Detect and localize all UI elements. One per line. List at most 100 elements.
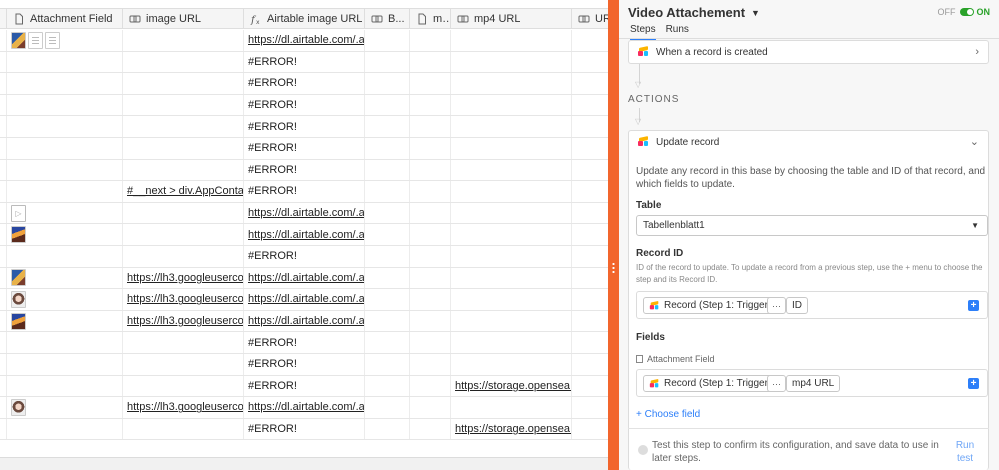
cell-image_url[interactable]	[123, 332, 244, 353]
cell-attachment[interactable]	[7, 418, 123, 440]
cell-image_url[interactable]: https://lh3.googleusercon...	[123, 397, 244, 418]
cell-url[interactable]	[572, 289, 608, 310]
cell-attachment[interactable]	[7, 354, 123, 375]
record-id-more-icon[interactable]: ···	[767, 297, 786, 314]
cell-m[interactable]	[410, 375, 451, 397]
cell-mp4[interactable]	[451, 30, 572, 51]
cell-attachment[interactable]	[7, 138, 123, 159]
cell-airtable_url[interactable]: https://dl.airtable.com/.at...	[244, 397, 365, 418]
cell-image_url[interactable]	[123, 94, 244, 116]
cell-image_url[interactable]	[123, 159, 244, 181]
cell-b[interactable]	[365, 332, 410, 353]
cell-url[interactable]	[572, 311, 608, 332]
cell-m[interactable]	[410, 30, 451, 51]
cell-b[interactable]	[365, 418, 410, 440]
cell-mp4[interactable]	[451, 332, 572, 353]
cell-url[interactable]	[572, 397, 608, 418]
cell-mp4[interactable]	[451, 202, 572, 224]
cell-airtable_url[interactable]: https://dl.airtable.com/.at...	[244, 30, 365, 51]
cell-airtable_url[interactable]: #ERROR!	[244, 138, 365, 159]
cell-mp4[interactable]	[451, 116, 572, 137]
cell-image_url[interactable]: https://lh3.googleusercon...	[123, 310, 244, 332]
cell-m[interactable]	[410, 310, 451, 332]
cell-mp4[interactable]: https://storage.opensea.i...	[451, 375, 572, 397]
column-header-image_url[interactable]: image URL	[123, 9, 244, 29]
cell-b[interactable]	[365, 181, 410, 202]
cell-mp4[interactable]	[451, 289, 572, 310]
cell-attachment[interactable]	[7, 375, 123, 397]
cell-airtable_url[interactable]: https://dl.airtable.com/.at...	[244, 289, 365, 310]
cell-mp4[interactable]	[451, 310, 572, 332]
cell-url[interactable]	[572, 246, 608, 267]
cell-mp4[interactable]	[451, 224, 572, 245]
cell-image_url[interactable]: https://lh3.googleusercon...	[123, 289, 244, 310]
cell-url[interactable]	[572, 160, 608, 181]
cell-url[interactable]	[572, 376, 608, 397]
cell-m[interactable]	[410, 181, 451, 202]
image-attachment-thumbnail[interactable]	[11, 31, 26, 49]
cell-attachment[interactable]	[7, 289, 123, 310]
trigger-card[interactable]: When a record is created ›	[628, 40, 989, 64]
cell-m[interactable]	[410, 116, 451, 137]
cell-b[interactable]	[365, 375, 410, 397]
cell-image_url[interactable]	[123, 418, 244, 440]
cell-airtable_url[interactable]: #ERROR!	[244, 159, 365, 181]
cell-b[interactable]	[365, 289, 410, 310]
cell-attachment[interactable]	[7, 267, 123, 289]
table-row[interactable]: #ERROR!	[0, 138, 608, 160]
table-row[interactable]: https://lh3.googleusercon...https://dl.a…	[0, 310, 608, 333]
cell-url[interactable]	[572, 52, 608, 73]
cell-attachment[interactable]: ▷	[7, 202, 123, 224]
cell-url[interactable]	[572, 268, 608, 289]
cell-b[interactable]	[365, 246, 410, 267]
table-row[interactable]: https://lh3.googleusercon...https://dl.a…	[0, 397, 608, 419]
cell-image_url[interactable]	[123, 116, 244, 137]
cell-url[interactable]	[572, 73, 608, 94]
cell-attachment[interactable]	[7, 94, 123, 116]
column-header-attachment[interactable]: Attachment Field	[7, 9, 123, 29]
table-row[interactable]: https://lh3.googleusercon...https://dl.a…	[0, 289, 608, 311]
cell-url[interactable]	[572, 203, 608, 224]
cell-mp4[interactable]	[451, 354, 572, 375]
video-attachment-icon[interactable]: ▷	[11, 204, 26, 222]
cell-url[interactable]	[572, 354, 608, 375]
cell-url[interactable]	[572, 30, 608, 51]
column-header-airtable_url[interactable]: f x Airtable image URL	[244, 9, 365, 29]
table-row[interactable]: #ERROR!	[0, 94, 608, 117]
cell-image_url[interactable]	[123, 246, 244, 267]
cell-airtable_url[interactable]: #ERROR!	[244, 246, 365, 267]
field-value-pill[interactable]: mp4 URL	[786, 375, 841, 392]
cell-mp4[interactable]	[451, 159, 572, 181]
cell-url[interactable]	[572, 224, 608, 245]
grid-horizontal-scrollbar[interactable]	[0, 457, 608, 470]
image-attachment-thumbnail[interactable]	[11, 290, 26, 308]
cell-m[interactable]	[410, 51, 451, 73]
cell-b[interactable]	[365, 73, 410, 94]
column-header-mp4[interactable]: mp4 URL	[451, 9, 572, 29]
panel-resize-handle[interactable]	[608, 0, 619, 470]
cell-attachment[interactable]	[7, 30, 123, 51]
image-attachment-thumbnail[interactable]	[11, 312, 26, 330]
cell-attachment[interactable]	[7, 246, 123, 267]
record-id-field-pill[interactable]: ID	[786, 297, 808, 314]
cell-image_url[interactable]	[123, 51, 244, 73]
cell-mp4[interactable]	[451, 138, 572, 159]
cell-url[interactable]	[572, 95, 608, 116]
cell-mp4[interactable]	[451, 267, 572, 289]
cell-airtable_url[interactable]: https://dl.airtable.com/.at...	[244, 267, 365, 289]
cell-b[interactable]	[365, 94, 410, 116]
table-row[interactable]: #ERROR!	[0, 159, 608, 182]
cell-b[interactable]	[365, 224, 410, 245]
cell-m[interactable]	[410, 289, 451, 310]
cell-m[interactable]	[410, 267, 451, 289]
cell-airtable_url[interactable]: #ERROR!	[244, 181, 365, 202]
table-row[interactable]: https://dl.airtable.com/.at...	[0, 224, 608, 246]
cell-attachment[interactable]	[7, 116, 123, 137]
cell-attachment[interactable]	[7, 73, 123, 94]
cell-airtable_url[interactable]: https://dl.airtable.com/.at...	[244, 310, 365, 332]
cell-url[interactable]	[572, 116, 608, 137]
cell-b[interactable]	[365, 397, 410, 418]
cell-airtable_url[interactable]: #ERROR!	[244, 332, 365, 353]
image-attachment-thumbnail[interactable]	[11, 226, 26, 244]
cell-m[interactable]	[410, 202, 451, 224]
